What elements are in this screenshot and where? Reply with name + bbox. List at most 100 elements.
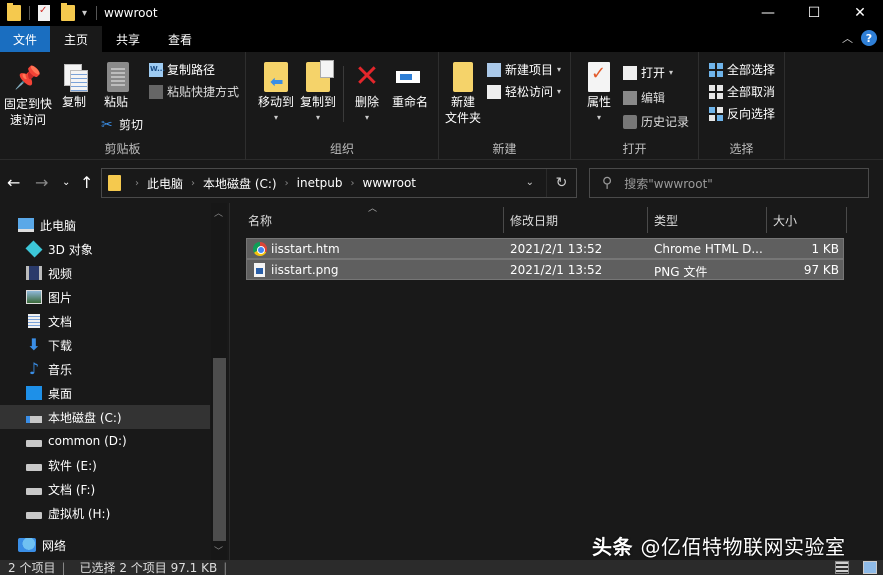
move-to-button[interactable]: ⬅ 移动到 ▾ (256, 62, 296, 126)
delete-button[interactable]: ✕ 删除 ▾ (350, 62, 384, 126)
select-none-button[interactable]: 全部取消 (709, 83, 775, 100)
sidebar-item-documents-f[interactable]: 文档 (F:) (0, 477, 210, 501)
edit-label: 编辑 (641, 91, 666, 105)
close-button[interactable]: ✕ (837, 0, 883, 26)
breadcrumb-separator-icon[interactable]: › (285, 178, 289, 189)
properties-button[interactable]: 属性 ▾ (581, 62, 617, 126)
sidebar-item-documents[interactable]: 文档 (0, 309, 210, 333)
edit-icon (623, 90, 637, 105)
help-icon[interactable]: ? (861, 30, 877, 46)
column-header-size[interactable]: 大小 (773, 207, 797, 233)
details-view-icon[interactable] (835, 561, 849, 574)
address-bar[interactable]: › 此电脑 › 本地磁盘 (C:) › inetpub › wwwroot ⌄ … (101, 168, 577, 198)
sidebar-item-network[interactable]: 网络 (0, 533, 210, 557)
divider (343, 66, 344, 122)
recent-locations-chevron-icon[interactable]: ⌄ (62, 177, 70, 188)
breadcrumb-local-disk-c[interactable]: 本地磁盘 (C:) (203, 175, 277, 192)
scroll-down-icon[interactable]: ﹀ (214, 544, 223, 557)
sidebar-item-label: 桌面 (48, 386, 73, 401)
back-arrow-icon[interactable]: ← (7, 173, 20, 192)
scroll-up-icon[interactable]: ︿ (214, 206, 223, 219)
column-header-modified[interactable]: 修改日期 (510, 207, 558, 233)
large-icons-view-icon[interactable] (863, 561, 877, 574)
sidebar-item-software-e[interactable]: 软件 (E:) (0, 453, 210, 477)
sidebar-item-videos[interactable]: 视频 (0, 261, 210, 285)
column-divider[interactable] (846, 207, 847, 233)
sidebar-item-desktop[interactable]: 桌面 (0, 381, 210, 405)
invert-selection-label: 反向选择 (727, 107, 776, 121)
cut-label: 剪切 (119, 118, 144, 132)
select-group-label: 选择 (729, 142, 754, 156)
pin-to-quick-access-button[interactable]: 📌 固定到快 速访问 (2, 64, 54, 128)
collapse-ribbon-icon[interactable]: ︿ (842, 30, 853, 46)
column-divider[interactable] (766, 207, 767, 233)
maximize-button[interactable]: ☐ (791, 0, 837, 26)
open-button[interactable]: 打开 ▾ (623, 64, 673, 81)
sidebar-item-pictures[interactable]: 图片 (0, 285, 210, 309)
search-placeholder[interactable]: 搜索"wwwroot" (624, 175, 713, 192)
copy-to-button[interactable]: 复制到 ▾ (298, 60, 338, 126)
new-folder-button[interactable]: 新建 文件夹 (441, 62, 485, 126)
rename-button[interactable]: 重命名 (388, 62, 432, 110)
column-header-type[interactable]: 类型 (654, 207, 678, 233)
new-item-button[interactable]: 新建项目 ▾ (487, 61, 561, 78)
tab-share[interactable]: 共享 (102, 26, 154, 52)
sidebar-item-this-pc[interactable]: 此电脑 (0, 213, 210, 237)
history-button[interactable]: 历史记录 (623, 113, 689, 130)
divider: | (223, 560, 228, 575)
tab-home[interactable]: 主页 (50, 26, 102, 52)
minimize-button[interactable]: — (745, 0, 791, 26)
select-all-button[interactable]: 全部选择 (709, 61, 775, 78)
refresh-icon[interactable]: ↻ (546, 169, 576, 197)
address-dropdown-icon[interactable]: ⌄ (526, 177, 534, 188)
dropdown-caret-icon: ▾ (315, 113, 320, 122)
tab-view[interactable]: 查看 (154, 26, 206, 52)
copy-to-icon (306, 60, 334, 92)
edit-button[interactable]: 编辑 (623, 89, 665, 106)
column-header-name[interactable]: 名称 (248, 207, 272, 233)
tab-file[interactable]: 文件 (0, 26, 50, 52)
paste-shortcut-icon (149, 84, 163, 99)
paste-button[interactable]: 粘贴 (100, 62, 132, 110)
forward-arrow-icon[interactable]: → (35, 173, 48, 192)
invert-selection-button[interactable]: 反向选择 (709, 105, 775, 122)
file-row[interactable]: iisstart.png 2021/2/1 13:52 PNG 文件 97 KB (246, 259, 844, 280)
sort-ascending-icon: ︿ (368, 204, 378, 214)
easy-access-button[interactable]: 轻松访问 ▾ (487, 83, 561, 100)
file-row[interactable]: iisstart.htm 2021/2/1 13:52 Chrome HTML … (246, 238, 844, 259)
column-divider[interactable] (647, 207, 648, 233)
cut-button[interactable]: ✂ 剪切 (101, 116, 143, 133)
paste-shortcut-button[interactable]: 粘贴快捷方式 (149, 83, 239, 100)
move-to-icon: ⬅ (264, 62, 288, 92)
properties-quick-icon[interactable] (38, 5, 50, 21)
copy-button[interactable]: 复制 (58, 62, 90, 110)
breadcrumb-separator-icon[interactable]: › (351, 178, 355, 189)
breadcrumb-separator-icon[interactable]: › (191, 178, 195, 189)
sidebar-item-downloads[interactable]: ⬇ 下载 (0, 333, 210, 357)
up-arrow-icon[interactable]: ↑ (80, 173, 93, 192)
breadcrumb-separator-icon[interactable]: › (135, 178, 139, 189)
sidebar-item-common-d[interactable]: common (D:) (0, 429, 210, 453)
breadcrumb-this-pc[interactable]: 此电脑 (147, 175, 183, 192)
sidebar-item-music[interactable]: ♪ 音乐 (0, 357, 210, 381)
column-divider[interactable] (503, 207, 504, 233)
copy-to-label: 复制到 (299, 95, 336, 109)
item-count: 2 个项目 (8, 561, 56, 575)
open-label: 打开 (641, 66, 666, 80)
search-box[interactable]: ⚲ 搜索"wwwroot" (589, 168, 869, 198)
sidebar-scrollbar[interactable]: ︿ ﹀ (211, 203, 227, 560)
new-folder-quick-icon[interactable] (61, 3, 75, 21)
copy-path-button[interactable]: 复制路径 (149, 61, 215, 78)
new-item-icon (487, 62, 501, 77)
folder-icon (7, 3, 21, 21)
sidebar-item-local-disk-c[interactable]: 本地磁盘 (C:) (0, 405, 210, 429)
sidebar-item-3d-objects[interactable]: 3D 对象 (0, 237, 210, 261)
scrollbar-thumb[interactable] (213, 358, 226, 541)
copy-path-label: 复制路径 (167, 63, 216, 77)
breadcrumb-inetpub[interactable]: inetpub (297, 176, 343, 190)
sidebar-item-vm-h[interactable]: 虚拟机 (H:) (0, 501, 210, 525)
sidebar-item-label: 此电脑 (40, 218, 77, 233)
copy-path-icon (149, 62, 165, 77)
breadcrumb-wwwroot[interactable]: wwwroot (363, 176, 417, 190)
customize-quick-access-icon[interactable]: ▾ (82, 8, 87, 19)
